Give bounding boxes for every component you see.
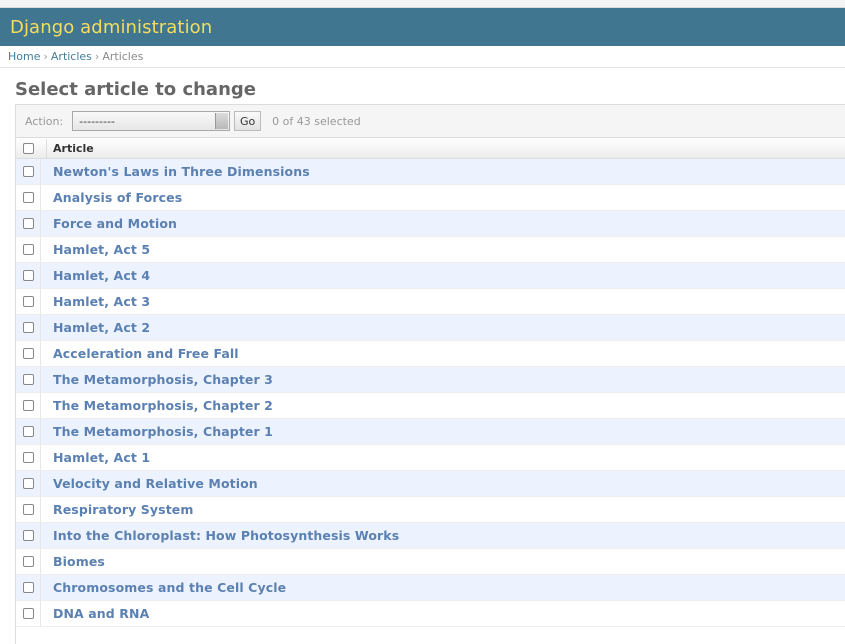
article-link[interactable]: The Metamorphosis, Chapter 3 bbox=[46, 372, 273, 387]
cell-divider bbox=[40, 263, 41, 288]
article-link[interactable]: Hamlet, Act 5 bbox=[46, 242, 150, 257]
cell-divider bbox=[40, 289, 41, 314]
select-handle-icon bbox=[215, 113, 229, 129]
table-row: Analysis of Forces bbox=[16, 185, 845, 211]
cell-divider bbox=[40, 159, 41, 184]
article-link[interactable]: DNA and RNA bbox=[46, 606, 149, 621]
row-checkbox[interactable] bbox=[23, 166, 34, 177]
browser-top-strip bbox=[0, 0, 845, 8]
table-row: The Metamorphosis, Chapter 1 bbox=[16, 419, 845, 445]
row-checkbox[interactable] bbox=[23, 426, 34, 437]
article-link[interactable]: Biomes bbox=[46, 554, 105, 569]
cell-divider bbox=[40, 497, 41, 522]
row-checkbox[interactable] bbox=[23, 504, 34, 515]
article-link[interactable]: Hamlet, Act 3 bbox=[46, 294, 150, 309]
article-link[interactable]: The Metamorphosis, Chapter 1 bbox=[46, 424, 273, 439]
table-row: Force and Motion bbox=[16, 211, 845, 237]
table-row: DNA and RNA bbox=[16, 601, 845, 627]
article-link[interactable]: Respiratory System bbox=[46, 502, 193, 517]
article-link[interactable]: Chromosomes and the Cell Cycle bbox=[46, 580, 286, 595]
cell-divider bbox=[40, 211, 41, 236]
table-row: The Metamorphosis, Chapter 3 bbox=[16, 367, 845, 393]
row-checkbox[interactable] bbox=[23, 270, 34, 281]
table-row: Hamlet, Act 5 bbox=[16, 237, 845, 263]
table-row: Respiratory System bbox=[16, 497, 845, 523]
action-select-value: --------- bbox=[79, 114, 115, 128]
article-link[interactable]: Hamlet, Act 2 bbox=[46, 320, 150, 335]
page-title: Select article to change bbox=[15, 79, 256, 100]
breadcrumb-current: Articles bbox=[102, 50, 144, 63]
cell-divider bbox=[40, 419, 41, 444]
changelist: Action: --------- Go 0 of 43 selected Ar… bbox=[15, 104, 845, 644]
row-checkbox[interactable] bbox=[23, 192, 34, 203]
article-link[interactable]: Acceleration and Free Fall bbox=[46, 346, 239, 361]
select-all-checkbox[interactable] bbox=[23, 142, 34, 154]
row-checkbox[interactable] bbox=[23, 296, 34, 307]
article-link[interactable]: Force and Motion bbox=[46, 216, 177, 231]
breadcrumb-separator: › bbox=[94, 50, 100, 63]
table-row: Acceleration and Free Fall bbox=[16, 341, 845, 367]
article-link[interactable]: Velocity and Relative Motion bbox=[46, 476, 258, 491]
row-checkbox[interactable] bbox=[23, 348, 34, 359]
article-link[interactable]: Analysis of Forces bbox=[46, 190, 182, 205]
article-link[interactable]: Into the Chloroplast: How Photosynthesis… bbox=[46, 528, 399, 543]
cell-divider bbox=[40, 445, 41, 470]
table-row: Into the Chloroplast: How Photosynthesis… bbox=[16, 523, 845, 549]
action-label: Action: bbox=[25, 114, 64, 128]
row-checkbox[interactable] bbox=[23, 478, 34, 489]
admin-header: Django administration bbox=[0, 8, 845, 46]
breadcrumb-home-link[interactable]: Home bbox=[8, 50, 40, 63]
breadcrumb-app-link[interactable]: Articles bbox=[51, 50, 92, 63]
table-row: Biomes bbox=[16, 549, 845, 575]
cell-divider bbox=[40, 549, 41, 574]
table-row: Chromosomes and the Cell Cycle bbox=[16, 575, 845, 601]
cell-divider bbox=[40, 601, 41, 626]
row-checkbox[interactable] bbox=[23, 322, 34, 333]
article-link[interactable]: Newton's Laws in Three Dimensions bbox=[46, 164, 310, 179]
table-row: Velocity and Relative Motion bbox=[16, 471, 845, 497]
row-checkbox[interactable] bbox=[23, 608, 34, 619]
article-link[interactable]: The Metamorphosis, Chapter 2 bbox=[46, 398, 273, 413]
cell-divider bbox=[40, 367, 41, 392]
actions-bar: Action: --------- Go 0 of 43 selected bbox=[16, 105, 845, 138]
row-checkbox[interactable] bbox=[23, 218, 34, 229]
cell-divider bbox=[40, 575, 41, 600]
table-header: Article bbox=[16, 138, 845, 159]
row-checkbox[interactable] bbox=[23, 556, 34, 567]
row-checkbox[interactable] bbox=[23, 530, 34, 541]
selection-counter: 0 of 43 selected bbox=[272, 114, 361, 128]
breadcrumb-separator: › bbox=[43, 50, 48, 63]
article-link[interactable]: Hamlet, Act 4 bbox=[46, 268, 150, 283]
cell-divider bbox=[40, 237, 41, 262]
row-checkbox[interactable] bbox=[23, 452, 34, 463]
table-row: Hamlet, Act 3 bbox=[16, 289, 845, 315]
action-select[interactable]: --------- bbox=[72, 111, 231, 131]
table-row: Hamlet, Act 4 bbox=[16, 263, 845, 289]
cell-divider bbox=[40, 185, 41, 210]
table-row: Hamlet, Act 2 bbox=[16, 315, 845, 341]
table-row: The Metamorphosis, Chapter 2 bbox=[16, 393, 845, 419]
row-checkbox[interactable] bbox=[23, 374, 34, 385]
result-list: Newton's Laws in Three Dimensions Analysi… bbox=[16, 159, 845, 627]
row-checkbox[interactable] bbox=[23, 244, 34, 255]
row-checkbox[interactable] bbox=[23, 582, 34, 593]
cell-divider bbox=[40, 523, 41, 548]
table-row: Newton's Laws in Three Dimensions bbox=[16, 159, 845, 185]
cell-divider bbox=[40, 315, 41, 340]
row-checkbox[interactable] bbox=[23, 400, 34, 411]
cell-divider bbox=[40, 393, 41, 418]
table-row: Hamlet, Act 1 bbox=[16, 445, 845, 471]
article-link[interactable]: Hamlet, Act 1 bbox=[46, 450, 150, 465]
site-title[interactable]: Django administration bbox=[10, 17, 212, 38]
go-button[interactable]: Go bbox=[234, 111, 262, 131]
cell-divider bbox=[40, 341, 41, 366]
column-header-article[interactable]: Article bbox=[46, 138, 94, 158]
breadcrumb: Home › Articles › Articles bbox=[0, 46, 845, 68]
cell-divider bbox=[40, 471, 41, 496]
